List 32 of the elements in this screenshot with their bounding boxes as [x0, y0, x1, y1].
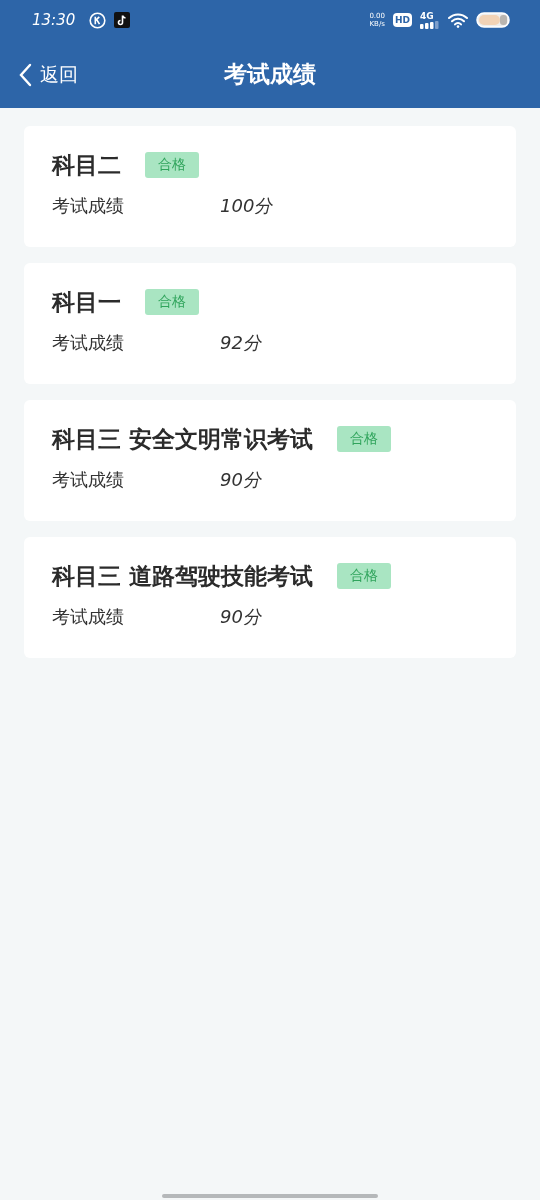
result-card[interactable]: 科目一 合格 考试成绩 92分 — [24, 263, 516, 384]
page-title: 考试成绩 — [224, 59, 316, 89]
signal-icon — [420, 20, 440, 29]
music-note-icon — [114, 12, 131, 28]
score-value: 90分 — [220, 605, 261, 629]
score-value: 90分 — [220, 468, 261, 492]
pass-badge: 合格 — [337, 426, 391, 452]
score-label: 考试成绩 — [52, 605, 125, 629]
hd-badge: HD — [393, 13, 412, 27]
subject-title: 科目二 — [52, 150, 121, 180]
pass-badge: 合格 — [145, 289, 199, 315]
pass-badge: 合格 — [145, 152, 199, 178]
result-card[interactable]: 科目二 合格 考试成绩 100分 — [24, 126, 516, 247]
k-circle-icon — [89, 11, 107, 29]
network-type: 4G — [420, 11, 434, 21]
result-card[interactable]: 科目三 道路驾驶技能考试 合格 考试成绩 90分 — [24, 537, 516, 658]
score-label: 考试成绩 — [52, 194, 125, 218]
wifi-icon — [448, 12, 468, 28]
score-label: 考试成绩 — [52, 331, 125, 355]
score-label: 考试成绩 — [52, 468, 125, 492]
chevron-left-icon — [18, 63, 32, 87]
pass-badge: 合格 — [337, 563, 391, 589]
subject-title: 科目三 道路驾驶技能考试 — [52, 561, 313, 591]
back-button[interactable]: 返回 — [16, 60, 80, 90]
score-value: 100分 — [220, 194, 273, 218]
score-value: 92分 — [220, 331, 261, 355]
result-card[interactable]: 科目三 安全文明常识考试 合格 考试成绩 90分 — [24, 400, 516, 521]
status-time: 13:30 — [32, 11, 76, 29]
home-indicator[interactable] — [162, 1194, 378, 1198]
subject-title: 科目一 — [52, 287, 121, 317]
battery-icon — [476, 12, 510, 28]
subject-title: 科目三 安全文明常识考试 — [52, 424, 313, 454]
